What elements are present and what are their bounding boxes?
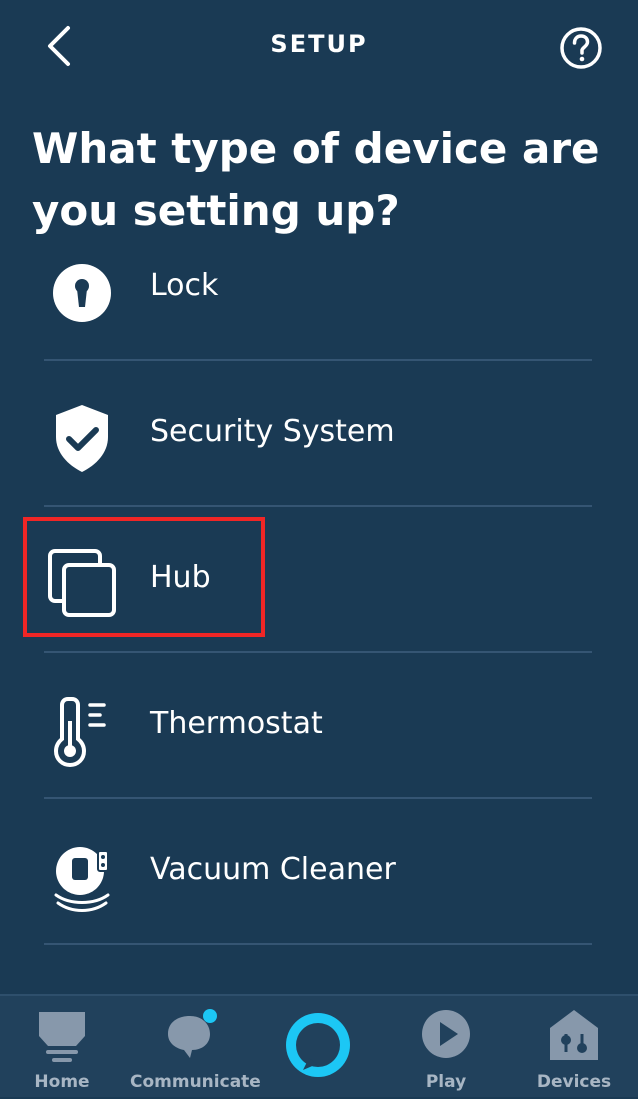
hub-icon xyxy=(42,545,122,625)
lock-icon xyxy=(42,258,122,333)
alexa-ring-icon xyxy=(286,1013,350,1077)
thermometer-icon xyxy=(42,691,122,771)
play-icon xyxy=(422,1010,470,1058)
chat-bubble-icon xyxy=(168,1009,217,1058)
notification-dot xyxy=(203,1009,217,1023)
nav-devices[interactable]: Devices xyxy=(514,996,634,1099)
header: SETUP xyxy=(0,0,638,92)
nav-label: Communicate xyxy=(130,1072,261,1092)
home-icon xyxy=(39,1012,85,1062)
list-item-label: Vacuum Cleaner xyxy=(150,852,396,887)
nav-label: Devices xyxy=(536,1072,612,1092)
question-circle-icon xyxy=(560,27,602,69)
page-title: SETUP xyxy=(270,30,368,58)
nav-home[interactable]: Home xyxy=(2,996,122,1099)
nav-label: Play xyxy=(425,1072,467,1092)
shield-check-icon xyxy=(42,399,122,479)
nav-play[interactable]: Play xyxy=(386,996,506,1099)
vacuum-icon xyxy=(42,837,122,917)
list-item-thermostat[interactable]: Thermostat xyxy=(0,651,638,797)
divider xyxy=(44,943,592,945)
devices-house-icon xyxy=(550,1010,598,1060)
list-item-label: Security System xyxy=(150,414,395,449)
alexa-button[interactable] xyxy=(279,1008,357,1086)
question-heading: What type of device are you setting up? xyxy=(32,124,600,235)
nav-communicate[interactable]: Communicate xyxy=(130,996,261,1099)
list-item-hub[interactable]: Hub xyxy=(0,505,638,651)
list-item-security-system[interactable]: Security System xyxy=(0,359,638,505)
list-item-label: Hub xyxy=(150,560,211,595)
list-item-label: Lock xyxy=(150,268,219,303)
nav-label: Home xyxy=(34,1072,90,1092)
help-button[interactable] xyxy=(558,25,604,71)
list-item-lock[interactable]: Lock xyxy=(0,258,638,359)
device-type-list: Lock Security System Hub Thermostat Vacu… xyxy=(0,258,638,988)
list-item-vacuum-cleaner[interactable]: Vacuum Cleaner xyxy=(0,797,638,943)
list-item-label: Thermostat xyxy=(150,706,323,741)
